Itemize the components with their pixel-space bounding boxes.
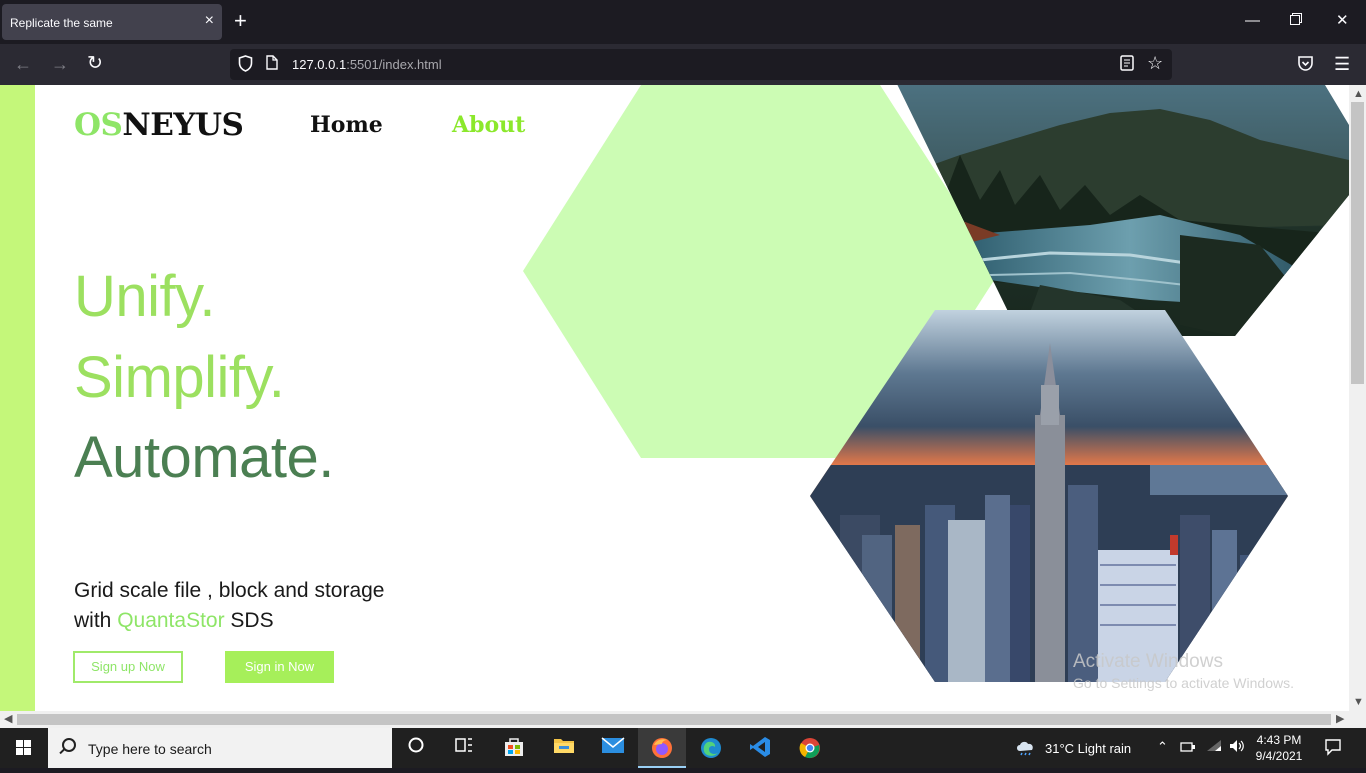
horizontal-scroll-thumb[interactable]	[17, 714, 1331, 725]
logo-part-os: OS	[74, 107, 123, 143]
weather-icon[interactable]	[1014, 736, 1038, 760]
back-icon[interactable]: ←	[14, 54, 32, 74]
tagline-sds: SDS	[224, 609, 274, 632]
tab-title: Replicate the same	[10, 16, 113, 30]
tab-strip: Replicate the same × + — ✕	[0, 0, 1366, 44]
scroll-down-icon[interactable]: ▼	[1353, 696, 1364, 708]
taskbar-search-box[interactable]: Type here to search	[48, 728, 392, 768]
pocket-icon[interactable]	[1297, 55, 1314, 76]
wifi-icon[interactable]	[1206, 739, 1222, 756]
url-bar[interactable]: 127.0.0.1:5501/index.html ☆	[230, 49, 1172, 80]
store-icon[interactable]	[502, 736, 526, 760]
firefox-icon[interactable]	[650, 736, 674, 760]
search-icon	[62, 738, 76, 752]
tagline-with: with	[74, 609, 118, 632]
hero-line-simplify: Simplify.	[74, 345, 285, 410]
vscode-icon[interactable]	[748, 736, 772, 760]
search-placeholder: Type here to search	[88, 741, 212, 757]
minimize-icon[interactable]: —	[1245, 12, 1260, 30]
vertical-scroll-thumb[interactable]	[1351, 102, 1364, 384]
nav-about-link[interactable]: About	[452, 112, 525, 138]
url-text[interactable]: 127.0.0.1:5501/index.html	[292, 57, 442, 72]
new-tab-button[interactable]: +	[234, 10, 247, 32]
volume-icon[interactable]	[1229, 739, 1245, 756]
logo-part-neyus: NEYUS	[122, 107, 244, 143]
page-icon	[266, 55, 278, 74]
close-tab-icon[interactable]: ×	[205, 13, 214, 29]
start-button[interactable]	[0, 728, 48, 768]
hero-line-unify: Unify.	[74, 264, 215, 329]
watermark-title: Activate Windows	[1073, 651, 1223, 672]
logo[interactable]: OSNEYUS	[74, 107, 244, 143]
tagline-line1: Grid scale file , block and storage	[74, 579, 385, 602]
windows-taskbar: Type here to search 31°C Light rain ⌃ 4:…	[0, 728, 1366, 768]
activate-windows-watermark: Activate Windows Go to Settings to activ…	[1073, 651, 1294, 691]
scroll-right-icon[interactable]: ▶	[1336, 713, 1344, 725]
navigation-toolbar: ← → ↻ 127.0.0.1:5501/index.html ☆ ☰	[0, 44, 1366, 85]
tagline: Grid scale file , block and storage with…	[74, 576, 385, 636]
clock[interactable]: 4:43 PM 9/4/2021	[1254, 732, 1304, 764]
reload-icon[interactable]: ↻	[87, 54, 103, 74]
mail-icon[interactable]	[601, 736, 625, 760]
nav-home-link[interactable]: Home	[310, 112, 383, 138]
scrollbar-corner	[1349, 711, 1366, 728]
horizontal-scrollbar[interactable]: ◀ ▶	[0, 711, 1349, 728]
windows-logo-icon	[16, 740, 31, 755]
chrome-icon[interactable]	[798, 736, 822, 760]
url-host: 127.0.0.1	[292, 57, 347, 72]
page-viewport: OSNEYUS Home About Unify. Simplify. Auto…	[0, 85, 1349, 711]
restore-icon[interactable]	[1290, 12, 1302, 30]
sign-in-button[interactable]: Sign in Now	[225, 651, 334, 683]
task-view-icon[interactable]	[452, 736, 476, 760]
hero-line-automate: Automate.	[74, 425, 334, 490]
sign-up-button[interactable]: Sign up Now	[73, 651, 183, 683]
file-explorer-icon[interactable]	[552, 736, 576, 760]
weather-text[interactable]: 31°C Light rain	[1045, 741, 1131, 756]
reader-view-icon[interactable]	[1120, 55, 1134, 75]
scroll-left-icon[interactable]: ◀	[4, 713, 12, 725]
menu-icon[interactable]: ☰	[1334, 54, 1350, 74]
bookmark-star-icon[interactable]: ☆	[1147, 53, 1163, 74]
edge-icon[interactable]	[699, 736, 723, 760]
watermark-subtitle: Go to Settings to activate Windows.	[1073, 675, 1294, 691]
network-icon[interactable]	[1180, 740, 1196, 757]
forward-icon[interactable]: →	[51, 54, 69, 74]
chevron-up-icon[interactable]: ⌃	[1157, 739, 1168, 755]
cortana-icon[interactable]	[404, 736, 428, 760]
clock-date: 9/4/2021	[1255, 749, 1303, 763]
shield-icon[interactable]	[238, 55, 253, 76]
url-path: :5501/index.html	[346, 57, 442, 72]
browser-tab[interactable]: Replicate the same ×	[2, 4, 222, 40]
scroll-up-icon[interactable]: ▲	[1353, 88, 1364, 100]
notifications-icon[interactable]	[1324, 738, 1342, 759]
vertical-scrollbar[interactable]: ▲ ▼	[1349, 85, 1366, 711]
close-window-icon[interactable]: ✕	[1336, 12, 1349, 30]
clock-time: 4:43 PM	[1256, 733, 1302, 747]
tagline-quantastor: QuantaStor	[117, 609, 225, 632]
